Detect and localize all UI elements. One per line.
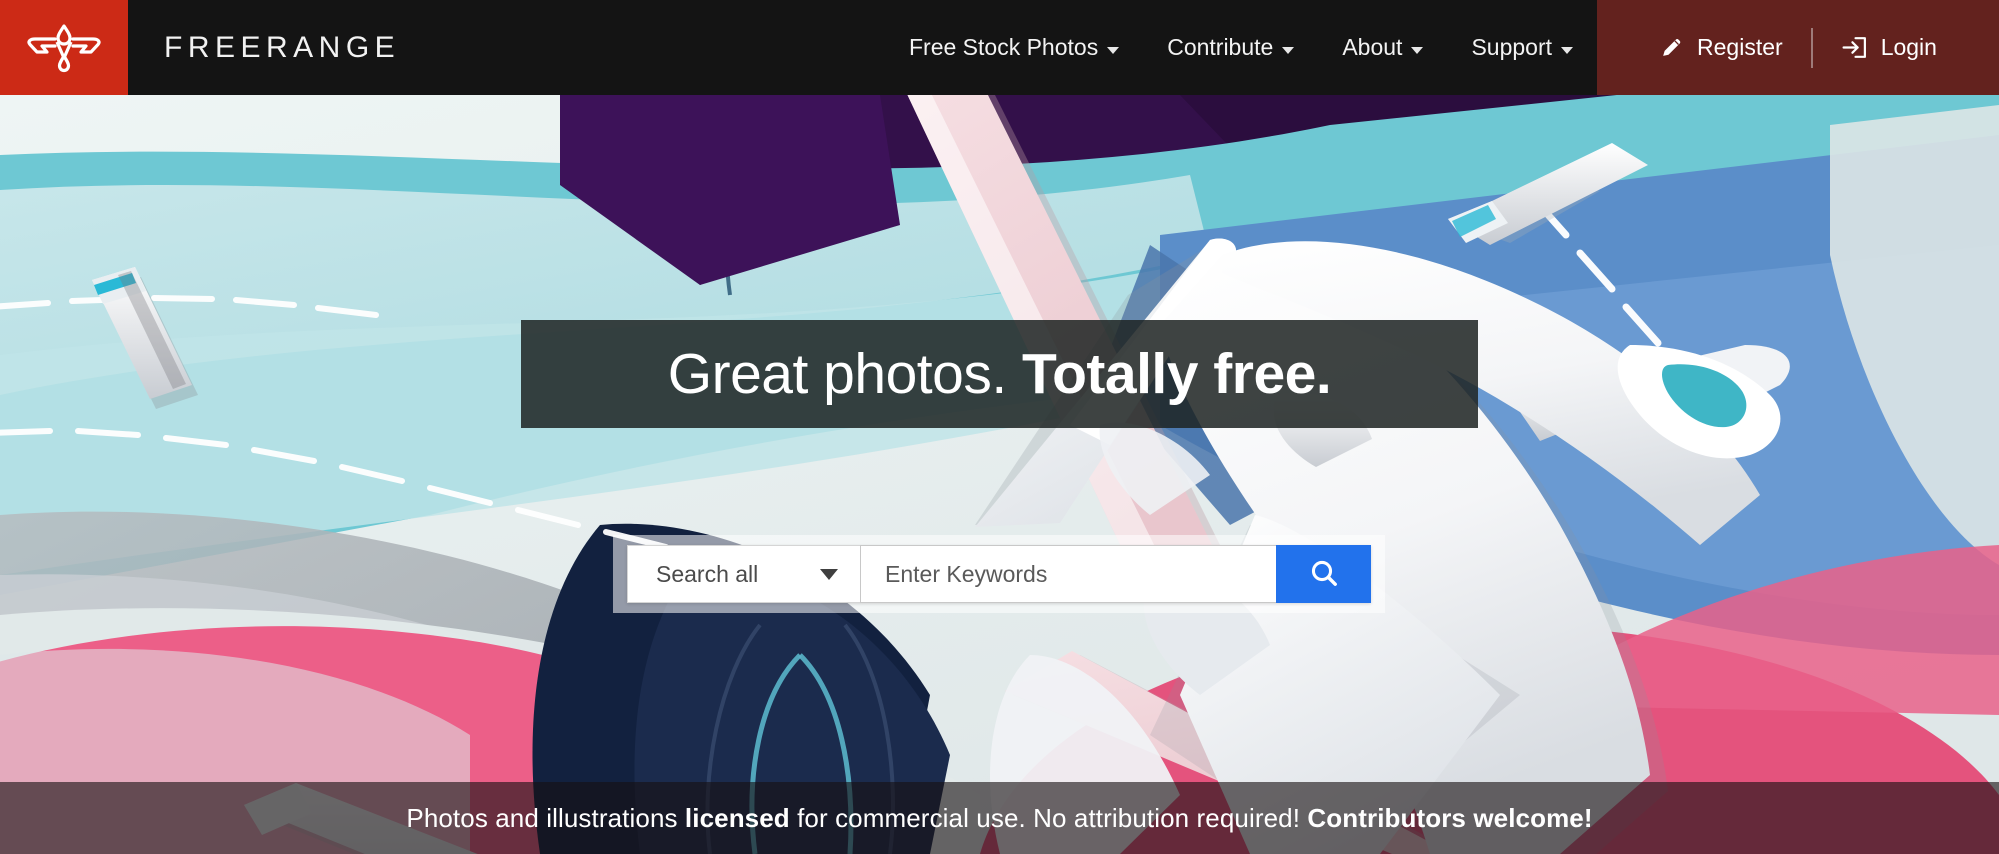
pencil-icon xyxy=(1659,35,1684,60)
brand-text: FREERANGE xyxy=(164,30,401,64)
auth-divider xyxy=(1810,27,1813,68)
hero-headline: Great photos. Totally free. xyxy=(668,345,1332,403)
auth-zone: Register Login xyxy=(1597,0,1999,95)
nav-item-support[interactable]: Support xyxy=(1447,0,1597,95)
bird-logo-icon xyxy=(25,20,103,76)
nav-item-free-stock-photos[interactable]: Free Stock Photos xyxy=(885,0,1143,95)
promo-banner-text: Photos and illustrations licensed for co… xyxy=(406,803,1592,834)
banner-bold-1: licensed xyxy=(684,802,790,833)
hero-headline-band: Great photos. Totally free. xyxy=(521,320,1478,428)
nav-item-contribute[interactable]: Contribute xyxy=(1143,0,1318,95)
nav-label: Free Stock Photos xyxy=(909,34,1099,60)
register-label: Register xyxy=(1697,34,1783,60)
banner-bold-2: Contributors welcome! xyxy=(1307,802,1593,833)
site-header: FREERANGE Free Stock Photos Contribute A… xyxy=(0,0,1999,95)
register-button[interactable]: Register xyxy=(1631,34,1811,61)
main-nav: Free Stock Photos Contribute About Suppo… xyxy=(885,0,1597,95)
nav-label: Support xyxy=(1471,34,1552,60)
page-root: FREERANGE Free Stock Photos Contribute A… xyxy=(0,0,1999,854)
nav-label: Contribute xyxy=(1167,34,1274,60)
search-icon xyxy=(1308,557,1340,592)
search-scope-value: Search all xyxy=(656,560,759,587)
chevron-down-icon xyxy=(1561,46,1573,54)
headline-bold: Totally free. xyxy=(1022,341,1332,406)
chevron-down-icon xyxy=(1107,46,1120,54)
nav-item-about[interactable]: About xyxy=(1318,0,1447,95)
search-keywords-input[interactable] xyxy=(860,545,1276,603)
hero-illustration xyxy=(0,95,1999,854)
search-scope-select[interactable]: Search all xyxy=(627,545,860,603)
nav-label: About xyxy=(1342,34,1403,60)
sign-in-icon xyxy=(1841,35,1868,60)
login-button[interactable]: Login xyxy=(1813,34,1965,61)
hero-section: Great photos. Totally free. Search all E… xyxy=(0,95,1999,854)
chevron-down-icon xyxy=(820,568,838,580)
banner-text-1: Photos and illustrations xyxy=(406,802,685,833)
brand-link[interactable]: FREERANGE xyxy=(128,0,400,95)
chevron-down-icon xyxy=(1282,46,1295,54)
logo-tile[interactable] xyxy=(0,0,128,95)
headline-normal: Great photos. xyxy=(667,341,1022,406)
banner-text-2: for commercial use. No attribution requi… xyxy=(789,802,1308,833)
promo-banner: Photos and illustrations licensed for co… xyxy=(0,782,1999,854)
search-bar: Search all xyxy=(627,545,1371,603)
header-spacer xyxy=(400,0,885,95)
search-submit-button[interactable] xyxy=(1276,545,1371,603)
chevron-down-icon xyxy=(1411,46,1424,54)
login-label: Login xyxy=(1880,34,1937,60)
